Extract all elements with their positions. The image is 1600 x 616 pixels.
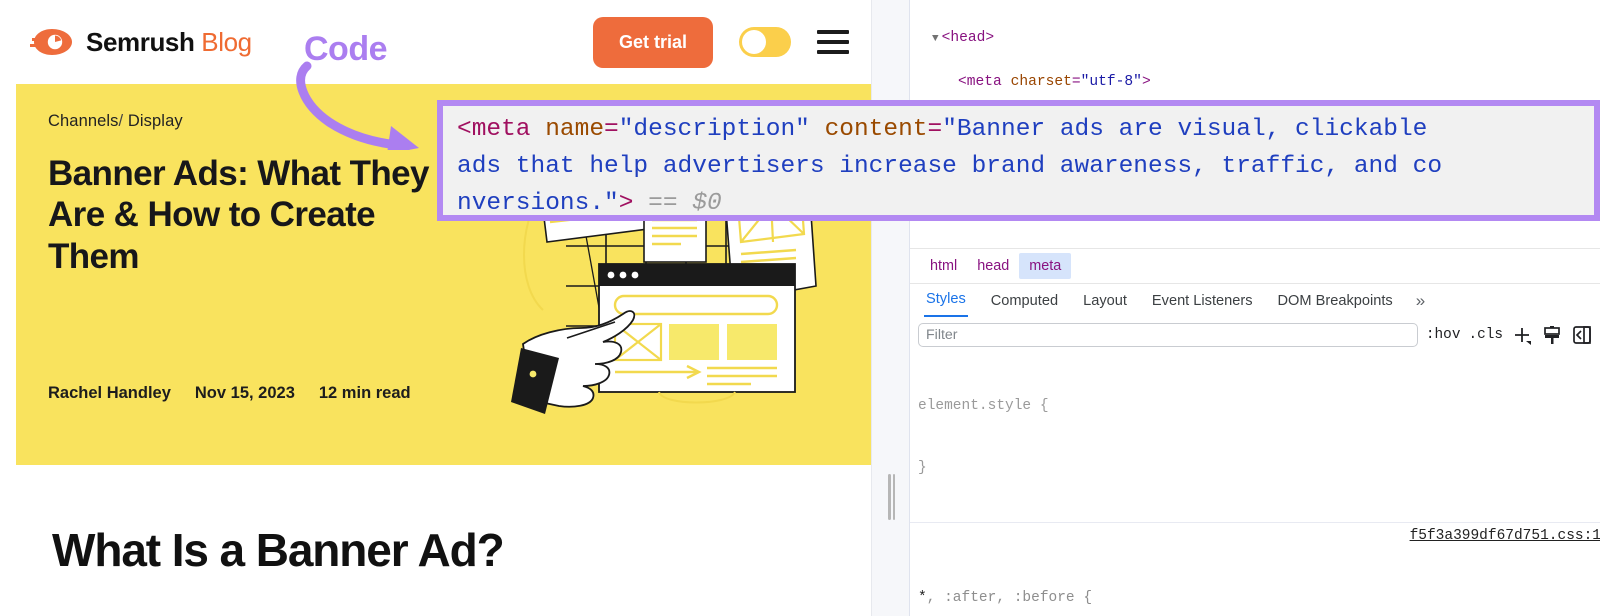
css-rule-element-style[interactable]: element.style { }: [910, 352, 1600, 522]
tab-event-listeners[interactable]: Event Listeners: [1150, 289, 1255, 317]
cls-button[interactable]: .cls: [1468, 327, 1503, 343]
brand-logo-link[interactable]: Semrush Blog: [30, 27, 252, 58]
highlighted-meta-description-code: <meta name="description" content="Banner…: [437, 100, 1600, 221]
hamburger-menu-icon[interactable]: [817, 30, 849, 54]
css-selector: *, :after, :before {: [918, 589, 1093, 606]
article-meta: Rachel Handley Nov 15, 2023 12 min read: [48, 384, 411, 403]
css-source-link[interactable]: f5f3a399df67d751.css:1: [1410, 526, 1600, 547]
resize-grip-icon[interactable]: [888, 474, 895, 520]
code-attr-name: name: [545, 116, 605, 143]
publish-date: Nov 15, 2023: [194, 384, 295, 402]
get-trial-button[interactable]: Get trial: [592, 16, 713, 68]
breadcrumb-item-channels[interactable]: Channels: [48, 112, 119, 130]
paint-brush-icon[interactable]: [1541, 325, 1563, 345]
code-selection-marker: == $0: [648, 190, 722, 217]
screenshot-root: Semrush Blog Get trial Channels/ Display…: [0, 0, 1600, 616]
article-body: What Is a Banner Ad?: [16, 465, 871, 577]
breadcrumb-node-head[interactable]: head: [967, 253, 1019, 279]
theme-toggle[interactable]: [739, 27, 791, 57]
hov-button[interactable]: :hov: [1426, 327, 1461, 343]
dom-line-meta-charset[interactable]: <meta charset="utf-8">: [932, 72, 1600, 94]
css-rule-universal-box-sizing[interactable]: f5f3a399df67d751.css:1 *, :after, :befor…: [910, 522, 1600, 616]
chevron-double-right-icon[interactable]: »: [1416, 291, 1425, 317]
disclosure-triangle-icon[interactable]: ▼: [932, 33, 939, 45]
css-rule-close: }: [918, 459, 927, 476]
code-attr-content: content: [824, 116, 928, 143]
filter-placeholder: Filter: [926, 327, 958, 343]
styles-rules-list: element.style { } f5f3a399df67d751.css:1…: [910, 352, 1600, 616]
plus-icon[interactable]: [1511, 325, 1533, 345]
brand-name-text: Semrush: [86, 26, 195, 57]
page-title: Banner Ads: What They Are & How to Creat…: [48, 154, 429, 276]
read-time: 12 min read: [318, 384, 411, 402]
breadcrumb-node-html[interactable]: html: [920, 253, 967, 279]
code-val-content-line2: ads that help advertisers increase brand…: [457, 153, 1443, 180]
devtools-panel: ▼<head> <meta charset="utf-8"> <meta nam…: [909, 0, 1600, 616]
panel-toggle-icon[interactable]: [1571, 325, 1593, 345]
styles-toolbar: Filter :hov .cls: [910, 319, 1600, 351]
code-val-content-line3: nversions.: [457, 190, 605, 217]
filter-input[interactable]: Filter: [918, 323, 1418, 347]
devtools-sidebar-tabs: Styles Computed Layout Event Listeners D…: [910, 283, 1600, 317]
toggle-knob: [742, 30, 766, 54]
tab-computed[interactable]: Computed: [989, 289, 1060, 317]
dom-line-head[interactable]: ▼ <head>: [932, 28, 1600, 51]
breadcrumb-item-display[interactable]: Display: [128, 112, 183, 130]
header-actions: Get trial: [592, 16, 857, 68]
semrush-comet-logo-icon: [30, 27, 74, 57]
annotation-curved-arrow-icon: [296, 61, 419, 150]
breadcrumb-separator: /: [118, 112, 124, 130]
tab-styles[interactable]: Styles: [924, 287, 968, 317]
devtools-node-breadcrumb: html head meta: [910, 248, 1600, 282]
author-name[interactable]: Rachel Handley: [48, 384, 171, 403]
tab-dom-breakpoints[interactable]: DOM Breakpoints: [1276, 289, 1395, 317]
section-heading: What Is a Banner Ad?: [52, 524, 505, 576]
brand-name: Semrush Blog: [86, 27, 252, 58]
tab-layout[interactable]: Layout: [1081, 289, 1129, 317]
brand-suffix-text: Blog: [201, 26, 252, 57]
code-val-name: "description": [618, 116, 810, 143]
css-selector: element.style {: [918, 398, 1049, 414]
breadcrumb-node-meta[interactable]: meta: [1019, 252, 1072, 279]
devtools-resize-splitter[interactable]: [871, 0, 909, 616]
code-val-content-line1: "Banner ads are visual, clickable: [942, 116, 1428, 143]
